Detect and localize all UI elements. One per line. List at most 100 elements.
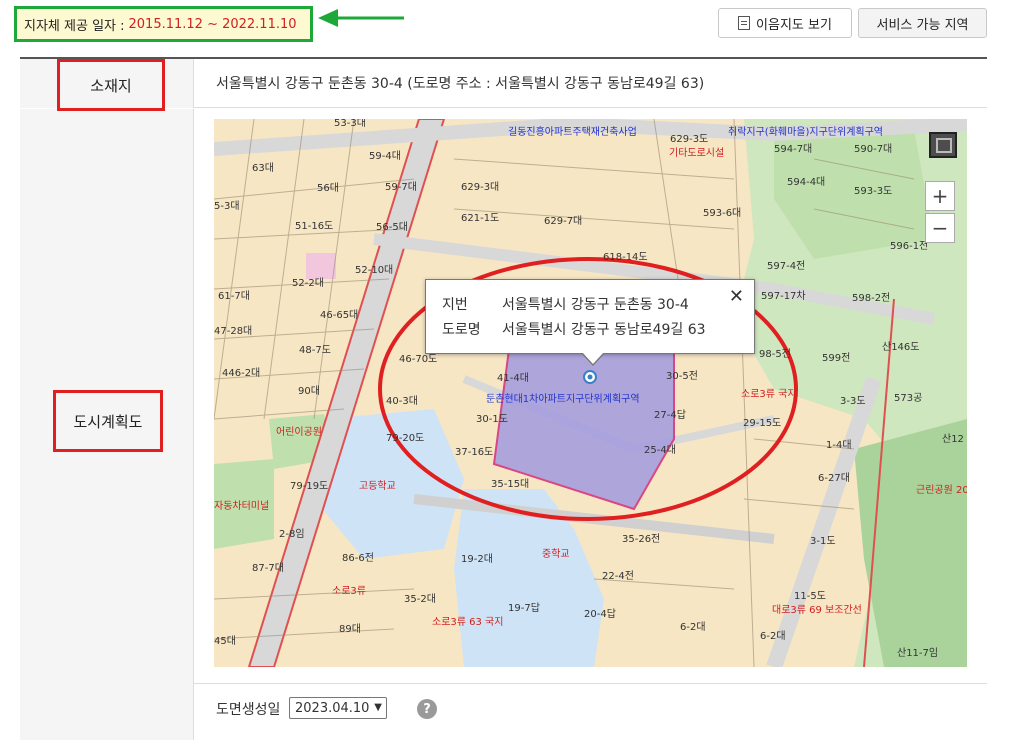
map-label: 산11-7임 xyxy=(897,646,938,659)
map-label: 30-5전 xyxy=(666,370,698,382)
map-label: 6-2대 xyxy=(760,630,786,642)
map-label: 자동차터미널 xyxy=(214,500,269,512)
map-label: 52-10대 xyxy=(355,264,393,276)
eum-map-button[interactable]: 이음지도 보기 xyxy=(718,8,852,38)
map-label: 어린이공원 xyxy=(276,426,322,438)
map-label: 618-14도 xyxy=(603,252,648,263)
map-label: 621-1도 xyxy=(461,213,499,224)
map-label: 56-5대 xyxy=(376,221,408,233)
map-label: 19-2대 xyxy=(461,553,493,565)
service-area-button[interactable]: 서비스 가능 지역 xyxy=(858,8,987,38)
plan-label: 도시계획도 xyxy=(53,390,163,452)
zoom-out-button[interactable]: − xyxy=(925,213,955,243)
popup-road-value: 서울특별시 강동구 동남로49길 63 xyxy=(502,322,706,338)
location-value: 서울특별시 강동구 둔촌동 30-4 (도로명 주소 : 서울특별시 강동구 동… xyxy=(216,76,705,92)
map-label: 30-1도 xyxy=(476,414,508,425)
map-canvas: 길동진흥아파트주택재건축사업 기타도로시설 취락지구(화훼마을)지구단위계획구역… xyxy=(214,119,967,667)
document-icon xyxy=(738,16,751,30)
map-label: 594-7대 xyxy=(774,143,812,155)
map-label: 5-3대 xyxy=(214,200,240,212)
map-label: 593-6대 xyxy=(703,207,741,219)
map-label: 63대 xyxy=(252,162,274,174)
map-label: 19-7답 xyxy=(508,602,540,614)
map-label: 98-5전 xyxy=(759,348,791,360)
map-label: 22-4전 xyxy=(602,570,634,582)
map-label: 89대 xyxy=(339,623,361,635)
map-label: 629-7대 xyxy=(544,215,582,227)
map-label: 35-2대 xyxy=(404,593,436,605)
map-label: 56대 xyxy=(317,182,339,194)
map-label: 37-16도 xyxy=(455,447,493,458)
popup-jibun-value: 서울특별시 강동구 둔촌동 30-4 xyxy=(502,297,689,313)
eum-map-button-label: 이음지도 보기 xyxy=(756,17,832,33)
map-label: 대로3류 69 보조간선 xyxy=(772,604,862,616)
map-label: 598-2전 xyxy=(852,292,890,304)
map-label: 53-3대 xyxy=(334,119,366,129)
map-label: 590-7대 xyxy=(854,143,892,155)
help-icon[interactable]: ? xyxy=(417,699,437,719)
map-label: 46-70도 xyxy=(399,354,437,365)
map-label: 446-2대 xyxy=(222,367,260,379)
popup-road-row: 도로명 서울특별시 강동구 동남로49길 63 xyxy=(442,319,706,339)
map-label: 35-26전 xyxy=(622,533,660,545)
map-label: 고등학교 xyxy=(359,480,396,492)
map-label: 6-2대 xyxy=(680,621,706,633)
map-label: 47-28대 xyxy=(214,325,252,337)
map-label: 46-65대 xyxy=(320,309,358,321)
map-label: 27-4답 xyxy=(654,409,686,421)
popup-road-label: 도로명 xyxy=(442,322,481,338)
map-label: 3-1도 xyxy=(810,536,836,547)
map-label: 59-4대 xyxy=(369,150,401,162)
map-label: 근린공원 20 xyxy=(916,484,967,496)
map-label: 597-17차 xyxy=(761,290,806,302)
map-label: 1-4대 xyxy=(826,439,852,451)
date-select[interactable]: 2023.04.10 ▼ xyxy=(289,697,387,719)
map-label: 629-3도 xyxy=(670,134,708,145)
map-label: 79-20도 xyxy=(386,433,424,444)
map-label: 40-3대 xyxy=(386,395,418,407)
map-label: 596-1전 xyxy=(890,240,928,252)
map-label: 취락지구(화훼마을)지구단위계획구역 xyxy=(728,125,883,138)
map-label: 29-15도 xyxy=(743,418,781,429)
map-label: 59-7대 xyxy=(385,181,417,193)
map-label: 86-6전 xyxy=(342,552,374,564)
parcel-popup: 지번 서울특별시 강동구 둔촌동 30-4 도로명 서울특별시 강동구 동남로49길… xyxy=(425,279,755,366)
map-label: 594-4대 xyxy=(787,176,825,188)
provide-date-label: 지자체 제공 일자 : xyxy=(24,18,125,34)
close-icon[interactable]: ✕ xyxy=(729,286,744,307)
map-label: 45대 xyxy=(214,635,236,647)
provide-date-value: 2015.11.12 ~ 2022.11.10 xyxy=(128,16,297,32)
map-label: 산146도 xyxy=(882,341,920,353)
map-label: 소로3류 63 국지 xyxy=(432,616,503,628)
map-label: 6-27대 xyxy=(818,472,850,484)
map-label: 소로3류 xyxy=(332,585,366,597)
map-label: 599전 xyxy=(822,352,850,364)
map-label: 87-7대 xyxy=(252,562,284,574)
map-label: 629-3대 xyxy=(461,181,499,193)
map-label: 20-4답 xyxy=(584,608,616,620)
popup-jibun-row: 지번 서울특별시 강동구 둔촌동 30-4 xyxy=(442,294,689,314)
chevron-down-icon: ▼ xyxy=(374,702,382,713)
map-label: 41-4대 xyxy=(497,372,529,384)
map-label: 90대 xyxy=(298,385,320,397)
service-area-button-label: 서비스 가능 지역 xyxy=(876,17,969,33)
arrow-left-icon xyxy=(318,9,404,27)
map-label: 52-2대 xyxy=(292,277,324,289)
map-label: 593-3도 xyxy=(854,186,892,197)
map-label: 소로3류 국지 xyxy=(741,388,797,400)
map-label: 중학교 xyxy=(542,548,570,560)
map-label: 3-3도 xyxy=(840,396,866,407)
map-label: 25-4대 xyxy=(644,444,676,456)
fullscreen-icon[interactable] xyxy=(929,132,957,158)
date-label: 도면생성일 xyxy=(216,702,281,718)
map-label: 11-5도 xyxy=(794,591,826,602)
location-label: 소재지 xyxy=(57,59,165,111)
zoom-in-button[interactable]: + xyxy=(925,181,955,211)
map-label: 61-7대 xyxy=(218,290,250,302)
map-label: 79-19도 xyxy=(290,481,328,492)
urban-plan-map[interactable]: 길동진흥아파트주택재건축사업 기타도로시설 취락지구(화훼마을)지구단위계획구역… xyxy=(214,119,967,667)
map-label: 597-4전 xyxy=(767,260,805,272)
date-row: 도면생성일 2023.04.10 ▼ ? xyxy=(194,683,987,740)
map-label: 48-7도 xyxy=(299,345,331,356)
location-row: 서울특별시 강동구 둔촌동 30-4 (도로명 주소 : 서울특별시 강동구 동… xyxy=(20,59,987,108)
